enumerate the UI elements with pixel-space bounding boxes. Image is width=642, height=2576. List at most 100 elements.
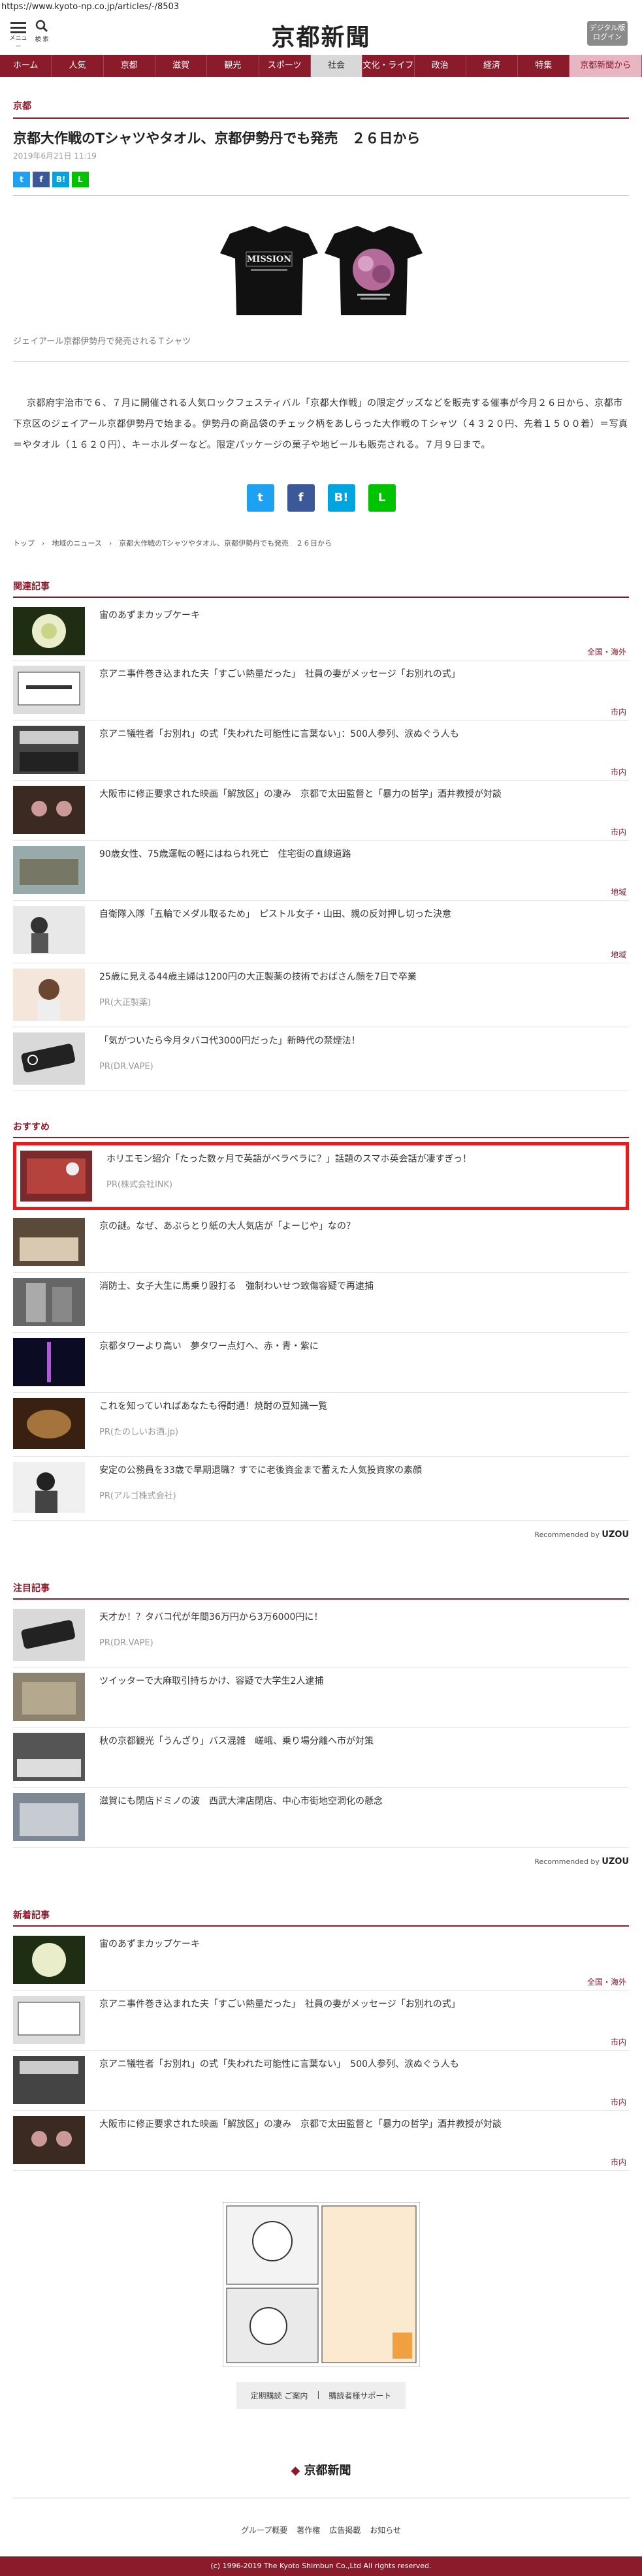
- divider: [13, 361, 629, 362]
- footer-link-ads[interactable]: 広告掲載: [329, 2524, 361, 2536]
- recommended-by-label: Recommended by: [534, 1530, 600, 1539]
- list-item[interactable]: 京アニ事件巻き込まれた夫「すごい熱量だった」 社員の妻がメッセージ「お別れの式」…: [13, 660, 629, 721]
- nav-item-features[interactable]: 特集: [518, 55, 570, 77]
- tshirt-photo: MISSION: [219, 226, 423, 315]
- subscription-link[interactable]: 定期購読 ご案内: [251, 2390, 308, 2401]
- photo-thumbnail-icon: [13, 1673, 85, 1721]
- subscriber-support-link[interactable]: 購読者様サポート: [329, 2390, 391, 2401]
- list-item-tag[interactable]: 市内: [611, 826, 626, 837]
- facebook-share-button[interactable]: f: [287, 484, 315, 512]
- hatena-share-button[interactable]: B!: [327, 484, 355, 512]
- list-item[interactable]: 京アニ事件巻き込まれた夫「すごい熱量だった」 社員の妻がメッセージ「お別れの式」…: [13, 1991, 629, 2051]
- list-item[interactable]: 大阪市に修正要求された映画「解放区」の凄み 京都で太田監督と「暴力の哲学」酒井教…: [13, 2111, 629, 2171]
- nav-item-from-kyoto[interactable]: 京都新聞から: [570, 55, 642, 77]
- nav-item-sports[interactable]: スポーツ: [259, 55, 311, 77]
- list-item[interactable]: 自衛隊入隊「五輪でメダル取るため」 ピストル女子・山田、親の反対押し切った決意 …: [13, 901, 629, 963]
- footer-links: グループ概要 著作権 広告掲載 お知らせ: [13, 2524, 629, 2536]
- photo-thumbnail-icon: [20, 1151, 92, 1202]
- list-item-tag[interactable]: 市内: [611, 766, 626, 777]
- pr-label: PR(たのしいお酒.jp): [99, 1427, 179, 1437]
- global-nav: ホーム 人気 京都 滋賀 観光 スポーツ 社会 文化・ライフ 政治 経済 特集 …: [0, 55, 642, 77]
- digital-login-button[interactable]: デジタル版ログイン: [587, 21, 628, 46]
- article-photo[interactable]: MISSION: [13, 221, 629, 321]
- pr-label: PR(DR.VAPE): [99, 1638, 153, 1648]
- list-item[interactable]: 京の謎。なぜ、あぶらとり紙の大人気店が「よーじや」なの？: [13, 1213, 629, 1273]
- photo-thumbnail-icon: [13, 846, 85, 894]
- list-item-title: 天才か！？タバコ代が年間36万円から3万6000円に！: [99, 1612, 323, 1622]
- list-item-tag[interactable]: 市内: [611, 2156, 626, 2167]
- list-item-title: 消防士、女子大生に馬乗り殴打る 強制わいせつ致傷容疑で再逮捕: [99, 1281, 374, 1292]
- list-item-title: 25歳に見える44歳主婦は1200円の大正製薬の技術でおばさん顔を7日で卒業: [99, 972, 417, 982]
- list-item-title: 大阪市に修正要求された映画「解放区」の凄み 京都で太田監督と「暴力の哲学」酒井教…: [99, 789, 502, 799]
- list-item[interactable]: 90歳女性、75歳運転の軽にはねられ死亡 住宅街の直線道路 地域: [13, 841, 629, 901]
- flower-thumbnail-icon: [13, 1936, 85, 1984]
- footer-logo[interactable]: ◆ 京都新聞: [13, 2461, 629, 2478]
- list-item[interactable]: 京アニ犠牲者「お別れ」の式「失われた可能性に言葉ない」：500人参列、涙ぬぐう人…: [13, 721, 629, 781]
- nav-item-shiga[interactable]: 滋賀: [155, 55, 208, 77]
- photo-thumbnail-icon: [13, 1218, 85, 1266]
- recommended-by[interactable]: Recommended by UZOU: [13, 1857, 629, 1867]
- related-list: 宙のあずまカップケーキ 全国・海外 京アニ事件巻き込まれた夫「すごい熱量だった」…: [13, 602, 629, 1091]
- list-item-tag[interactable]: 全国・海外: [587, 646, 626, 657]
- nav-item-society[interactable]: 社会: [310, 55, 363, 77]
- line-share-button[interactable]: L: [368, 484, 396, 512]
- list-item-title: 「気がついたら今月タバコ代3000円だった」新時代の禁煙法！: [99, 1036, 361, 1046]
- article-category[interactable]: 京都: [13, 99, 629, 112]
- nav-item-politics[interactable]: 政治: [415, 55, 466, 77]
- list-item[interactable]: 京アニ犠牲者「お別れ」の式「失われた可能性に言葉ない」 500人参列、涙ぬぐう人…: [13, 2051, 629, 2111]
- footer-link-copyright[interactable]: 著作権: [297, 2524, 320, 2536]
- twitter-share-button[interactable]: t: [13, 172, 30, 187]
- nav-item-economy[interactable]: 経済: [466, 55, 519, 77]
- site-logo[interactable]: 京都新聞: [0, 18, 642, 52]
- manga-ad-banner[interactable]: [13, 2201, 629, 2369]
- list-item[interactable]: 消防士、女子大生に馬乗り殴打る 強制わいせつ致傷容疑で再逮捕: [13, 1273, 629, 1333]
- list-item[interactable]: 「気がついたら今月タバコ代3000円だった」新時代の禁煙法！ PR(DR.VAPE…: [13, 1027, 629, 1091]
- nav-item-culture[interactable]: 文化・ライフ: [362, 55, 415, 77]
- list-item[interactable]: 滋賀にも閉店ドミノの波 西武大津店閉店、中心市街地空洞化の懸念: [13, 1788, 629, 1848]
- list-item-title: 京アニ事件巻き込まれた夫「すごい熱量だった」 社員の妻がメッセージ「お別れの式」: [99, 669, 460, 679]
- list-item-tag[interactable]: 市内: [611, 706, 626, 717]
- photo-caption: ジェイアール京都伊勢丹で発売されるＴシャツ: [13, 337, 191, 347]
- facebook-share-button[interactable]: f: [33, 172, 50, 187]
- breadcrumb[interactable]: トップ › 地域のニュース › 京都大作戦のTシャツやタオル、京都伊勢丹でも発売…: [13, 538, 629, 548]
- footer-link-news[interactable]: お知らせ: [370, 2524, 401, 2536]
- list-item-title: 自衛隊入隊「五輪でメダル取るため」 ピストル女子・山田、親の反対押し切った決意: [99, 909, 451, 920]
- list-item[interactable]: 25歳に見える44歳主婦は1200円の大正製薬の技術でおばさん顔を7日で卒業 PR…: [13, 963, 629, 1027]
- recommended-by[interactable]: Recommended by UZOU: [13, 1530, 629, 1540]
- list-item[interactable]: これを知っていればあなたも得酎通！焼酎の豆知識一覧 PR(たのしいお酒.jp): [13, 1393, 629, 1457]
- list-item-tag[interactable]: 全国・海外: [587, 1976, 626, 1987]
- photo-thumbnail-icon: [13, 666, 85, 714]
- twitter-share-button[interactable]: t: [246, 484, 274, 512]
- footer-logo-text: 京都新聞: [304, 2464, 351, 2477]
- vape-thumbnail-icon: [13, 1609, 85, 1661]
- hatena-share-button[interactable]: B!: [52, 172, 69, 187]
- line-share-button[interactable]: L: [72, 172, 89, 187]
- list-item-tag[interactable]: 市内: [611, 2096, 626, 2107]
- list-item-tag[interactable]: 地域: [611, 886, 626, 897]
- recommend-section-title: おすすめ: [13, 1120, 629, 1138]
- nav-item-kyoto[interactable]: 京都: [104, 55, 155, 77]
- list-item-tag[interactable]: 地域: [611, 949, 626, 960]
- list-item-title: 秋の京都観光「うんざり」バス混雑 嵯峨、乗り場分離へ市が対策: [99, 1736, 374, 1746]
- list-item[interactable]: ホリエモン紹介「たった数ヶ月で英語がペラペラに？」話題のスマホ英会話が凄すぎっ！…: [13, 1142, 629, 1210]
- nav-item-popular[interactable]: 人気: [52, 55, 104, 77]
- list-item-title: 京都タワーより高い 夢タワー点灯へ、赤・青・紫に: [99, 1341, 319, 1352]
- footer-link-group[interactable]: グループ概要: [241, 2524, 287, 2536]
- tshirt-back-icon: [324, 226, 423, 315]
- nav-item-tourism[interactable]: 観光: [207, 55, 259, 77]
- list-item[interactable]: 京都タワーより高い 夢タワー点灯へ、赤・青・紫に: [13, 1333, 629, 1393]
- list-item[interactable]: 安定の公務員を33歳で早期退職？すでに老後資金まで蓄えた人気投資家の素顔 PR(ア…: [13, 1457, 629, 1521]
- list-item[interactable]: 宙のあずまカップケーキ 全国・海外: [13, 602, 629, 660]
- photo-thumbnail-icon: [13, 2056, 85, 2104]
- list-item[interactable]: 天才か！？タバコ代が年間36万円から3万6000円に！ PR(DR.VAPE): [13, 1604, 629, 1668]
- list-item-tag[interactable]: 市内: [611, 2036, 626, 2047]
- photo-thumbnail-icon: [13, 906, 85, 954]
- recommended-by-label: Recommended by: [534, 1857, 600, 1866]
- list-item[interactable]: 秋の京都観光「うんざり」バス混雑 嵯峨、乗り場分離へ市が対策: [13, 1728, 629, 1788]
- nav-item-home[interactable]: ホーム: [0, 55, 52, 77]
- list-item[interactable]: ツイッターで大麻取引持ちかけ、容疑で大学生2人逮捕: [13, 1668, 629, 1728]
- list-item[interactable]: 大阪市に修正要求された映画「解放区」の凄み 京都で太田監督と「暴力の哲学」酒井教…: [13, 781, 629, 841]
- list-item[interactable]: 宙のあずまカップケーキ 全国・海外: [13, 1931, 629, 1991]
- photo-thumbnail-icon: [13, 1733, 85, 1781]
- flower-thumbnail-icon: [13, 607, 85, 655]
